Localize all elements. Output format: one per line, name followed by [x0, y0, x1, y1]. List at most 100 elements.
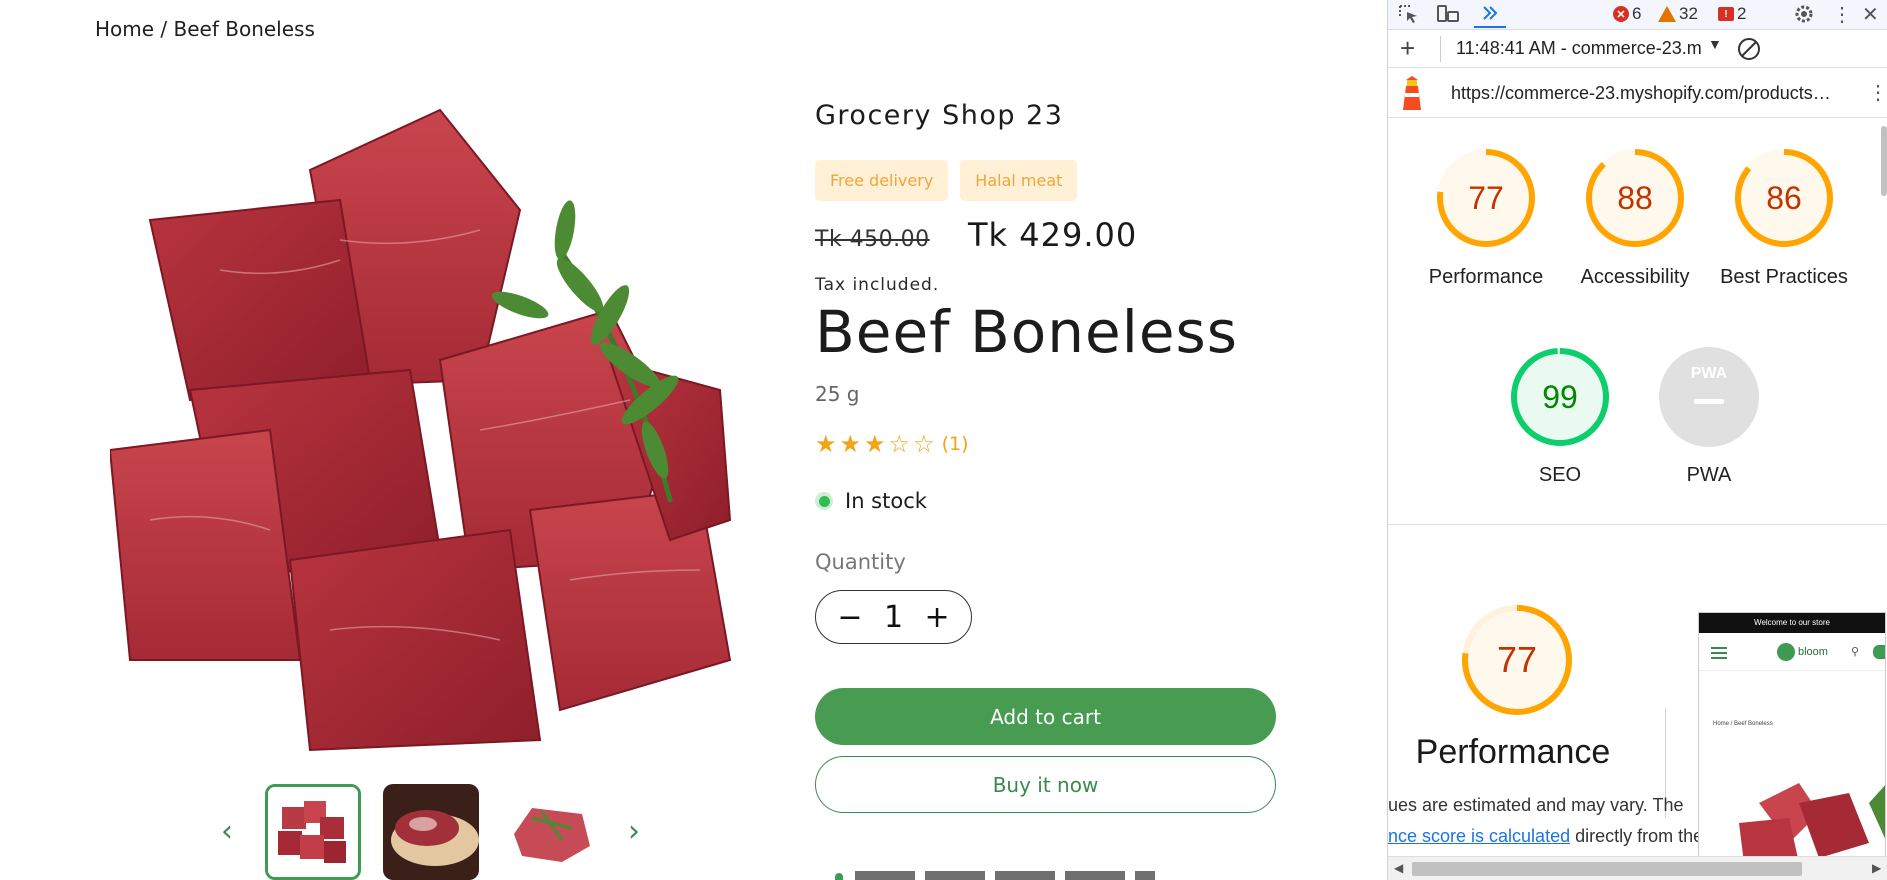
warning-icon [1658, 6, 1676, 22]
gauge-best-practices[interactable]: 86 [1734, 148, 1834, 248]
close-devtools-icon[interactable]: ✕ [1862, 0, 1879, 28]
pickup-availability-peek [835, 871, 1175, 880]
issues-count: 2 [1737, 4, 1747, 23]
preview-lotus-icon [1777, 643, 1795, 661]
report-dropdown-arrow-icon[interactable]: ▼ [1708, 36, 1722, 52]
gauge-score: 99 [1542, 378, 1578, 415]
scroll-left-arrow-icon[interactable]: ◀ [1394, 861, 1403, 875]
perf-section-score: 77 [1497, 639, 1537, 680]
thumb-next-arrow-icon[interactable]: › [622, 814, 646, 849]
lighthouse-report-bar: + 11:48:41 AM - commerce-23.m ▼ [1388, 30, 1887, 68]
warning-counter[interactable]: 32 [1658, 0, 1698, 28]
vertical-scrollbar-thumb[interactable] [1881, 126, 1887, 196]
quantity-decrease-button[interactable]: − [832, 600, 868, 635]
star-empty-icon: ☆ [888, 430, 911, 458]
issues-counter[interactable]: ! 2 [1718, 0, 1746, 28]
gauge-pwa[interactable]: PWA [1659, 347, 1759, 447]
rating-count[interactable]: (1) [942, 433, 969, 455]
settings-gear-icon[interactable] [1793, 0, 1815, 28]
preview-header: bloom ⚲ [1699, 633, 1885, 671]
gauge-performance[interactable]: 77 [1436, 148, 1536, 248]
stock-label: In stock [845, 489, 927, 513]
kebab-menu-icon[interactable]: ⋮ [1832, 0, 1852, 28]
perf-description: ues are estimated and may vary. The nce … [1388, 790, 1703, 852]
tax-note: Tax included. [815, 275, 940, 295]
product-weight: 25 g [815, 382, 860, 406]
stock-status: In stock [815, 489, 927, 513]
gauge-label-accessibility: Accessibility [1580, 266, 1690, 288]
more-tabs-chevron-icon[interactable] [1474, 0, 1506, 28]
url-menu-kebab-icon[interactable]: ⋮ [1868, 80, 1887, 105]
gauge-label-pwa: PWA [1686, 464, 1732, 486]
add-to-cart-button[interactable]: Add to cart [815, 688, 1276, 745]
perf-score-calc-link[interactable]: nce score is calculated [1388, 826, 1570, 846]
devtools-toolbar: ✕ 6 32 ! 2 ⋮ ✕ [1388, 0, 1887, 30]
gauge-score: 77 [1468, 179, 1504, 216]
lighthouse-url-bar: https://commerce-23.myshopify.com/produc… [1388, 68, 1887, 118]
section-separator [1388, 524, 1887, 525]
store-page: Home / Beef Boneless ‹ › Grocery Shop 23… [0, 0, 1387, 880]
error-counter[interactable]: ✕ 6 [1613, 0, 1641, 28]
quantity-increase-button[interactable]: + [919, 600, 955, 635]
rating[interactable]: ★ ★ ★ ☆ ☆ (1) [815, 432, 969, 456]
issues-icon: ! [1718, 7, 1734, 21]
toolbar-divider [1440, 36, 1441, 62]
gauge-accessibility[interactable]: 88 [1585, 148, 1685, 248]
clear-all-block-icon[interactable] [1737, 37, 1761, 66]
star-filled-icon: ★ [839, 430, 862, 458]
star-filled-icon: ★ [815, 430, 837, 458]
new-report-plus-icon[interactable]: + [1400, 34, 1415, 62]
buy-now-button[interactable]: Buy it now [815, 756, 1276, 813]
preview-hamburger-icon [1711, 645, 1727, 664]
perf-desc-line1: ues are estimated and may vary. The [1388, 795, 1684, 815]
quantity-input[interactable]: 1 [884, 600, 903, 635]
price-regular: Tk 450.00 [815, 227, 930, 252]
perf-desc-line2: nce score is calculated directly from th… [1388, 821, 1703, 852]
vertical-scrollbar[interactable] [1880, 118, 1887, 856]
in-stock-dot-icon [815, 492, 833, 510]
product-info: Grocery Shop 23 Free delivery Halal meat… [815, 0, 1295, 880]
gauge-score: 86 [1766, 179, 1802, 216]
thumbnail-strip: ‹ › [215, 784, 655, 880]
horizontal-scrollbar[interactable]: ◀ ▶ [1388, 856, 1887, 880]
error-count: 6 [1632, 4, 1642, 23]
thumbnail-2[interactable] [383, 784, 479, 880]
quantity-label: Quantity [815, 550, 906, 574]
preview-breadcrumb: Home / Beef Boneless [1713, 721, 1773, 727]
breadcrumb[interactable]: Home / Beef Boneless [95, 17, 315, 41]
quantity-stepper: − 1 + [815, 590, 972, 644]
thumbnail-1[interactable] [265, 784, 361, 880]
perf-desc-rest: directly from the [1570, 826, 1703, 846]
product-image[interactable] [110, 100, 755, 760]
product-title: Beef Boneless [815, 298, 1238, 366]
devtools-panel: ✕ 6 32 ! 2 ⋮ ✕ + 11:48:41 AM - commerce-… [1387, 0, 1887, 880]
gauge-label-best-practices: Best Practices [1720, 266, 1848, 288]
warning-count: 32 [1679, 4, 1698, 23]
star-filled-icon: ★ [864, 430, 886, 458]
scroll-right-arrow-icon[interactable]: ▶ [1872, 861, 1881, 875]
vendor-name: Grocery Shop 23 [815, 100, 1064, 131]
perf-section-gauge: 77 [1461, 604, 1573, 716]
preview-search-icon: ⚲ [1851, 645, 1860, 658]
thumbnail-3[interactable] [502, 784, 598, 880]
horizontal-scrollbar-thumb[interactable] [1412, 862, 1802, 876]
gauge-label-seo: SEO [1538, 464, 1582, 486]
price-sale: Tk 429.00 [968, 216, 1138, 254]
preview-logo: bloom [1777, 643, 1828, 661]
gauge-seo[interactable]: 99 [1510, 347, 1610, 447]
perf-section-title: Performance [1415, 733, 1611, 771]
page-screenshot-preview[interactable]: Welcome to our store bloom ⚲ Home / Beef… [1698, 612, 1886, 862]
star-empty-icon: ☆ [913, 430, 935, 458]
pwa-badge-text: PWA [1691, 365, 1728, 382]
device-toolbar-icon[interactable] [1436, 0, 1460, 28]
badges: Free delivery Halal meat [815, 160, 1078, 201]
report-selector[interactable]: 11:48:41 AM - commerce-23.m [1456, 38, 1706, 59]
inspect-element-icon[interactable] [1398, 0, 1420, 28]
gauge-score: 88 [1617, 179, 1653, 216]
thumb-prev-arrow-icon[interactable]: ‹ [215, 814, 239, 849]
lighthouse-logo-icon [1398, 76, 1426, 117]
badge-free-delivery: Free delivery [815, 160, 949, 201]
error-icon: ✕ [1613, 6, 1629, 22]
audited-url[interactable]: https://commerce-23.myshopify.com/produc… [1451, 83, 1851, 104]
badge-halal: Halal meat [960, 160, 1078, 201]
